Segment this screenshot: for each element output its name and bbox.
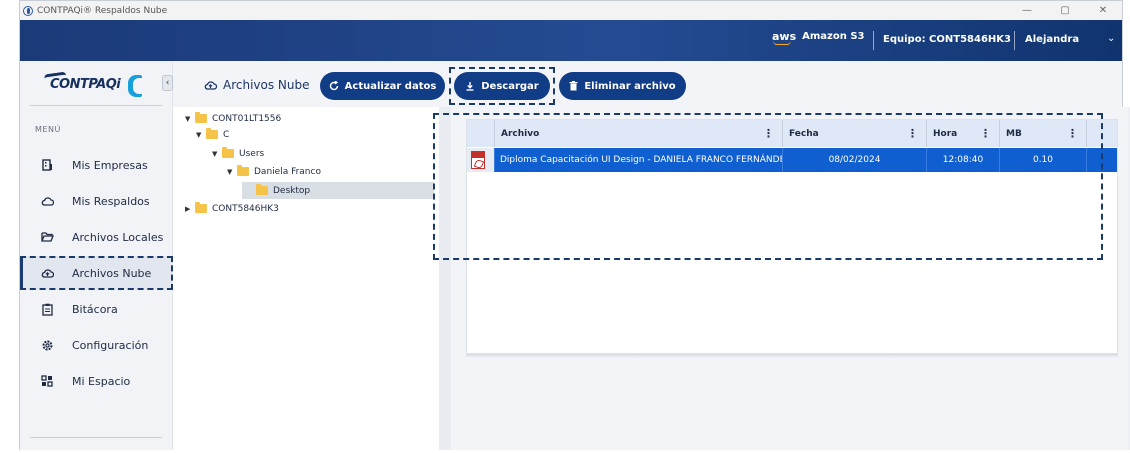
table-shadow — [466, 354, 1118, 358]
sidebar-item-mis-empresas[interactable]: Mis Empresas — [20, 148, 173, 182]
highlight-frame — [433, 113, 1103, 260]
tree-node-users[interactable]: ▼ Users — [212, 145, 264, 162]
sidebar-item-archivos-locales[interactable]: Archivos Locales — [20, 220, 173, 254]
folder-icon — [195, 112, 207, 123]
topbar-divider — [1014, 31, 1015, 50]
expand-toggle-icon[interactable]: ▼ — [196, 131, 206, 139]
minimize-button[interactable]: — — [1008, 1, 1046, 20]
window-controls: — ▢ ✕ — [1008, 1, 1122, 20]
gear-icon — [40, 338, 54, 352]
menu-label: MENÚ — [35, 125, 61, 134]
delete-file-button[interactable]: Eliminar archivo — [559, 72, 686, 100]
highlight-frame — [449, 67, 555, 105]
provider-name: Amazon S3 — [802, 31, 865, 42]
folder-open-icon — [40, 230, 54, 244]
refresh-icon — [329, 81, 339, 91]
tree-node-cont5846hk3[interactable]: ▶ CONT5846HK3 — [185, 200, 279, 217]
folder-icon — [195, 202, 207, 213]
highlight-frame — [20, 256, 173, 290]
sidebar-divider — [30, 437, 162, 438]
sidebar-item-mis-respaldos[interactable]: Mis Respaldos — [20, 184, 173, 218]
sidebar: CONTPAQi ‹ MENÚ Mis Empresas Mis Respald… — [20, 61, 173, 450]
tree-node-c[interactable]: ▼ C — [196, 126, 229, 143]
expand-toggle-icon[interactable]: ▼ — [227, 168, 237, 176]
collapse-sidebar-button[interactable]: ‹ — [162, 75, 173, 91]
restore-button[interactable]: ▢ — [1046, 1, 1084, 20]
chevron-down-icon[interactable]: ⌄ — [1107, 33, 1115, 44]
folder-icon — [256, 184, 268, 195]
sidebar-item-mi-espacio[interactable]: Mi Espacio — [20, 364, 173, 398]
sidebar-item-configuracion[interactable]: Configuración — [20, 328, 173, 362]
folder-icon — [237, 165, 249, 176]
tree-node-desktop[interactable]: Desktop — [242, 182, 434, 199]
grid-icon — [40, 374, 54, 388]
topbar-divider — [873, 31, 874, 50]
tree-node-daniela-franco[interactable]: ▼ Daniela Franco — [227, 163, 321, 180]
cloud-icon — [40, 194, 54, 208]
aws-logo-icon: aws — [772, 29, 797, 45]
close-button[interactable]: ✕ — [1084, 1, 1122, 20]
window-title: CONTPAQi® Respaldos Nube — [37, 5, 168, 16]
page-title: Archivos Nube — [204, 78, 310, 92]
user-name[interactable]: Alejandra — [1025, 34, 1079, 45]
provider-badge: aws Amazon S3 — [772, 29, 865, 45]
trash-icon — [569, 81, 578, 91]
sidebar-divider — [30, 105, 162, 106]
expand-toggle-icon[interactable]: ▼ — [185, 115, 195, 123]
folder-icon — [222, 147, 234, 158]
building-icon — [40, 158, 54, 172]
tree-node-cont01lt1556[interactable]: ▼ CONT01LT1556 — [185, 110, 281, 127]
contpaqi-logo: CONTPAQi — [43, 71, 150, 99]
refresh-button[interactable]: Actualizar datos — [320, 72, 445, 100]
equipo-label: Equipo: CONT5846HK3 — [883, 34, 1011, 45]
sidebar-item-bitacora[interactable]: Bitácora — [20, 292, 173, 326]
clipboard-icon — [40, 302, 54, 316]
folder-icon — [206, 128, 218, 139]
app-window: CONTPAQi® Respaldos Nube — ▢ ✕ aws Amazo… — [19, 0, 1130, 450]
expand-toggle-icon[interactable]: ▼ — [212, 150, 222, 158]
app-logo-icon — [23, 5, 33, 16]
title-bar: CONTPAQi® Respaldos Nube — ▢ ✕ — [20, 1, 1122, 20]
expand-toggle-icon[interactable]: ▶ — [185, 205, 195, 213]
cloud-upload-icon — [204, 80, 217, 91]
top-bar: aws Amazon S3 Equipo: CONT5846HK3 Alejan… — [20, 20, 1122, 61]
